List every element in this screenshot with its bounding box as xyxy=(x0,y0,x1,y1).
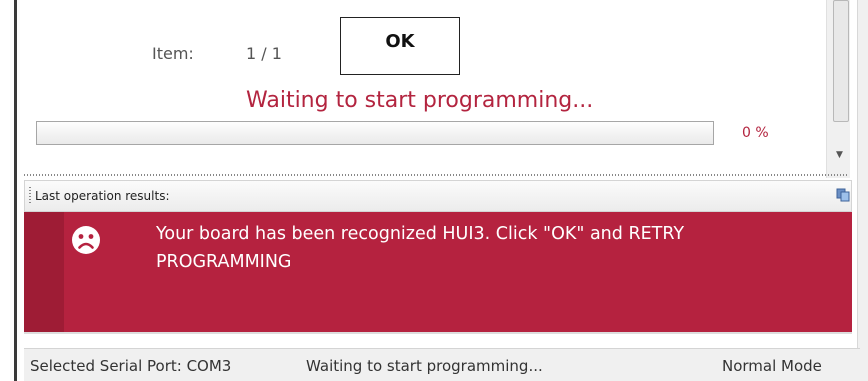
item-count: 1 / 1 xyxy=(246,44,282,63)
results-header: Last operation results: xyxy=(24,180,852,212)
grip-icon[interactable] xyxy=(29,187,31,205)
scrollbar-thumb[interactable] xyxy=(833,0,849,122)
panel-splitter[interactable] xyxy=(24,174,848,176)
results-title: Last operation results: xyxy=(35,189,170,203)
scroll-down-icon[interactable]: ▼ xyxy=(836,150,843,160)
left-border xyxy=(14,0,17,381)
ok-button[interactable]: OK xyxy=(340,17,460,75)
programming-status: Waiting to start programming... xyxy=(246,88,594,113)
mode-indicator: Normal Mode xyxy=(722,357,822,375)
left-rail xyxy=(0,0,24,381)
status-bar: Selected Serial Port: COM3 Waiting to st… xyxy=(24,348,860,381)
error-bottom-border xyxy=(24,332,852,334)
error-side-strip xyxy=(24,212,64,332)
right-border xyxy=(857,0,868,381)
item-label: Item: xyxy=(152,44,194,63)
serial-port-status: Selected Serial Port: COM3 xyxy=(30,357,232,375)
sad-face-icon xyxy=(72,226,100,254)
copy-icon[interactable] xyxy=(836,188,850,202)
status-bar-message: Waiting to start programming... xyxy=(306,357,543,375)
error-message: Your board has been recognized HUI3. Cli… xyxy=(156,224,685,272)
progress-bar xyxy=(36,121,714,145)
progress-percent: 0 % xyxy=(742,125,769,141)
